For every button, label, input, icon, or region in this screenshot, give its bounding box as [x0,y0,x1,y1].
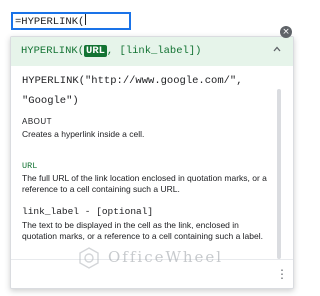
watermark-text: OfficeWheel [108,248,224,266]
signature-func: HYPERLINK( [21,45,85,57]
formula-text: =HYPERLINK( [15,16,85,28]
close-icon[interactable]: × [280,26,292,38]
popup-header[interactable]: HYPERLINK(URL, [link_label]) [11,37,293,66]
function-signature: HYPERLINK(URL, [link_label]) [21,44,201,58]
chevron-up-icon[interactable] [273,45,281,53]
watermark-logo-icon [79,247,99,269]
watermark: OfficeWheel [78,245,228,271]
signature-rest: , [link_label]) [106,45,202,57]
more-vert-icon[interactable]: ⋮ [276,268,288,280]
example-line-1: HYPERLINK("http://www.google.com/", [22,75,243,87]
param-url-desc: The full URL of the link location enclos… [22,173,267,194]
param-link-label-name: link_label - [optional] [22,206,154,217]
text-caret [85,14,87,25]
param-url-name: URL [22,161,38,171]
signature-active-arg: URL [84,45,107,57]
example-line-2: "Google") [22,95,79,107]
popup-scrollbar[interactable] [277,89,281,259]
about-heading: ABOUT [22,117,53,126]
param-link-label-desc: The text to be displayed in the cell as … [22,220,263,241]
about-text: Creates a hyperlink inside a cell. [22,129,145,139]
formula-cell-input[interactable]: =HYPERLINK( [11,12,131,30]
